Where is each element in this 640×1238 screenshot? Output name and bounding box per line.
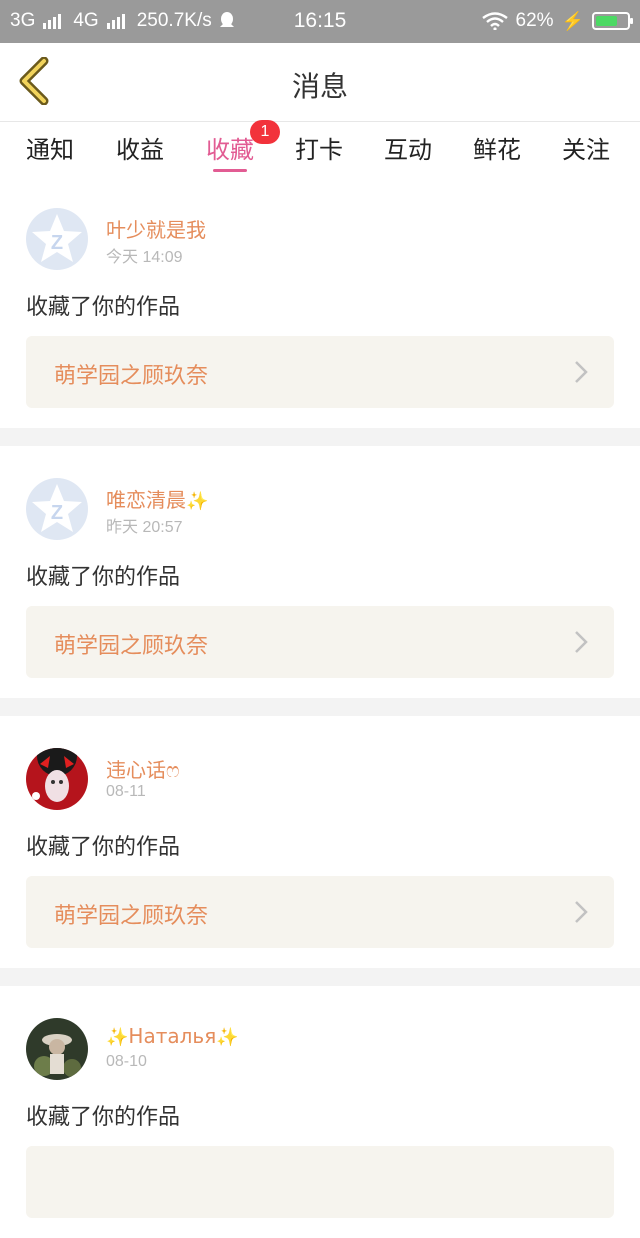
work-link[interactable]: 萌学园之顾玖奈	[26, 606, 614, 678]
tab-checkin[interactable]: 打卡	[295, 130, 343, 165]
message-list: Z 叶少就是我 今天 14:09 收藏了你的作品 萌学园之顾玖奈 Z 唯恋清晨✨…	[0, 176, 640, 1238]
username: Наталья	[128, 1024, 217, 1048]
default-avatar-icon: Z	[32, 214, 82, 262]
message-time: 08-11	[106, 783, 146, 800]
user-photo-icon	[26, 1018, 88, 1080]
chevron-right-icon	[575, 631, 588, 653]
svg-text:Z: Z	[51, 232, 63, 254]
avatar[interactable]: Z	[26, 208, 88, 270]
top-bar: 消息	[0, 43, 640, 122]
username-row[interactable]: ✨Наталья✨	[106, 1024, 239, 1048]
message-time: 昨天 20:57	[106, 519, 183, 536]
message-text: 收藏了你的作品	[26, 565, 181, 590]
tab-earnings[interactable]: 收益	[116, 130, 164, 165]
username[interactable]: 违心话ෆ	[106, 754, 180, 783]
tab-notifications[interactable]: 通知	[26, 130, 74, 165]
username: 唯恋清晨	[106, 488, 186, 512]
battery-icon	[592, 12, 633, 30]
sparkle-icon: ✨	[216, 1027, 239, 1048]
charging-icon: ⚡	[561, 10, 584, 31]
active-tab-indicator	[213, 169, 247, 172]
message-text: 收藏了你的作品	[26, 295, 181, 320]
tab-follows[interactable]: 关注	[562, 130, 610, 165]
page-title: 消息	[291, 70, 348, 103]
work-link[interactable]	[26, 1146, 614, 1218]
tab-favorites[interactable]: 收藏 1	[206, 120, 280, 165]
tab-flowers[interactable]: 鲜花	[473, 130, 521, 165]
message-item: ✨Наталья✨ 08-10 收藏了你的作品	[0, 986, 640, 1238]
username[interactable]: 叶少就是我	[106, 214, 206, 243]
message-item: Z 叶少就是我 今天 14:09 收藏了你的作品 萌学园之顾玖奈	[0, 176, 640, 428]
sparkle-icon: ✨	[106, 1027, 129, 1048]
divider	[0, 428, 640, 446]
work-title: 萌学园之顾玖奈	[54, 904, 209, 929]
wifi-icon	[481, 12, 508, 30]
message-item: 违心话ෆ 08-11 收藏了你的作品 萌学园之顾玖奈	[0, 716, 640, 968]
chevron-right-icon	[575, 901, 588, 923]
status-bar: 3G 4G 250.7K/s 16:15 62% ⚡	[0, 0, 640, 43]
avatar[interactable]: Z	[26, 478, 88, 540]
work-title: 萌学园之顾玖奈	[54, 634, 209, 659]
svg-text:Z: Z	[51, 502, 63, 524]
divider	[0, 968, 640, 986]
chevron-right-icon	[575, 361, 588, 383]
avatar[interactable]	[26, 1018, 88, 1080]
work-link[interactable]: 萌学园之顾玖奈	[26, 336, 614, 408]
username-row[interactable]: 唯恋清晨✨	[106, 484, 208, 513]
message-text: 收藏了你的作品	[26, 835, 181, 860]
divider	[0, 698, 640, 716]
tab-bar: 通知 收益 收藏 1 打卡 互动 鲜花 关注	[0, 120, 640, 174]
sparkle-icon: ✨	[186, 491, 209, 512]
user-photo-icon	[26, 748, 88, 810]
tab-favorites-label: 收藏	[206, 136, 254, 164]
default-avatar-icon: Z	[32, 484, 82, 532]
message-text: 收藏了你的作品	[26, 1105, 181, 1130]
tab-interactions[interactable]: 互动	[384, 130, 432, 165]
message-time: 今天 14:09	[106, 249, 183, 266]
avatar[interactable]	[26, 748, 88, 810]
unread-badge: 1	[250, 120, 280, 144]
message-item: Z 唯恋清晨✨ 昨天 20:57 收藏了你的作品 萌学园之顾玖奈	[0, 446, 640, 698]
battery-percent: 62%	[515, 10, 554, 31]
work-link[interactable]: 萌学园之顾玖奈	[26, 876, 614, 948]
message-time: 08-10	[106, 1053, 147, 1070]
work-title: 萌学园之顾玖奈	[54, 364, 209, 389]
